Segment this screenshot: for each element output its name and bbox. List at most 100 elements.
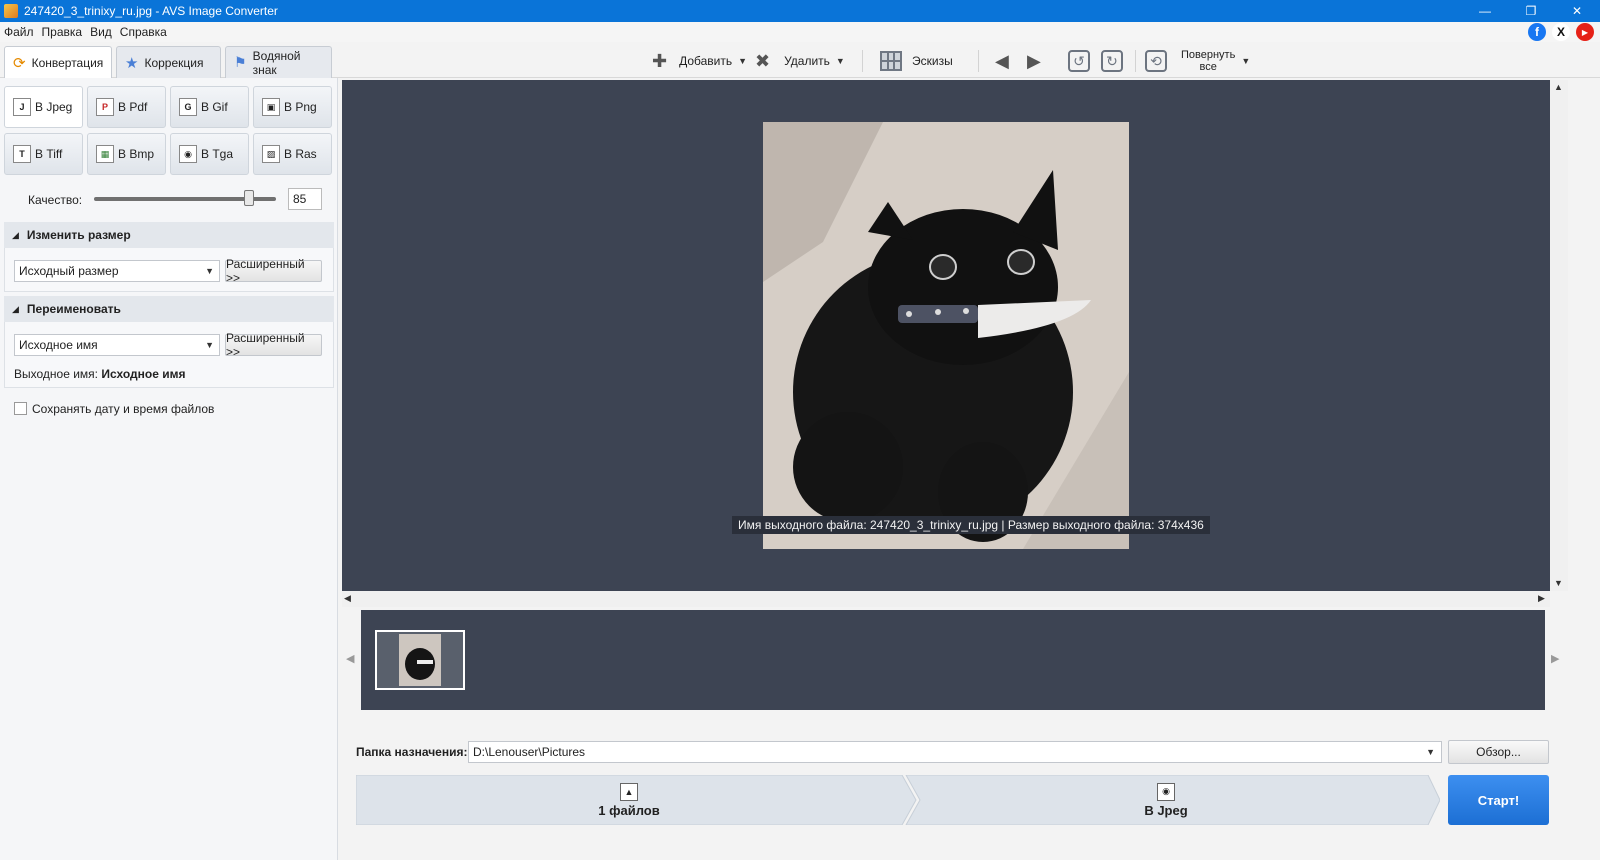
thumbnails-label: Эскизы xyxy=(912,54,953,68)
resize-advanced-button[interactable]: Расширенный >> xyxy=(225,257,322,285)
step-format: ◉ В Jpeg xyxy=(906,775,1426,825)
next-button[interactable]: ▶ xyxy=(1027,48,1041,74)
arrow-left-icon: ◀ xyxy=(995,50,1009,71)
start-button[interactable]: Старт! xyxy=(1448,775,1549,825)
gif-icon: G xyxy=(179,98,197,116)
menu-bar: Файл Правка Вид Справка f X ▶ xyxy=(0,22,1600,42)
file-thumbnail[interactable] xyxy=(375,630,465,690)
rotate-left-button[interactable]: ↺ xyxy=(1068,48,1090,74)
format-label: В Bmp xyxy=(118,147,155,161)
chevron-down-icon: ▼ xyxy=(738,56,748,66)
menu-view[interactable]: Вид xyxy=(86,25,116,39)
filmstrip xyxy=(361,610,1545,710)
close-button[interactable]: ✕ xyxy=(1554,0,1600,22)
thumbnails-icon xyxy=(880,51,902,71)
rename-section-title: Переименовать xyxy=(26,302,121,316)
scroll-up-icon[interactable]: ▲ xyxy=(1554,82,1563,92)
format-bmp-button[interactable]: ▦ В Bmp xyxy=(87,133,166,175)
app-icon xyxy=(4,4,18,18)
format-jpeg-button[interactable]: J В Jpeg xyxy=(4,86,83,128)
output-name-label: Выходное имя: xyxy=(14,367,98,381)
filmstrip-right-icon[interactable]: ▶ xyxy=(1551,652,1559,665)
stamp-icon: ⚑ xyxy=(234,54,247,70)
tga-icon: ◉ xyxy=(179,145,197,163)
chevron-down-icon: ▼ xyxy=(205,340,214,350)
quality-label: Качество: xyxy=(28,193,83,207)
toolbar-divider xyxy=(1135,50,1136,72)
toolbar-divider xyxy=(978,50,979,72)
step-format-label: В Jpeg xyxy=(1144,802,1188,818)
tab-label: Коррекция xyxy=(144,55,204,70)
rotate-all-label-line1: Повернуть xyxy=(1181,49,1236,61)
restore-button[interactable]: ❐ xyxy=(1508,0,1554,22)
chevron-down-icon: ▼ xyxy=(835,56,845,66)
minimize-button[interactable]: — xyxy=(1462,0,1508,22)
tab-watermark[interactable]: ⚑ Водяной знак xyxy=(225,46,332,78)
tab-conversion[interactable]: ⟳ Конвертация xyxy=(4,46,112,78)
scroll-right-icon[interactable]: ▶ xyxy=(1538,593,1545,604)
facebook-icon[interactable]: f xyxy=(1528,23,1546,41)
preview-caption: Имя выходного файла: 247420_3_trinixy_ru… xyxy=(732,516,1210,534)
previous-button[interactable]: ◀ xyxy=(995,48,1009,74)
jpeg-icon: J xyxy=(13,98,31,116)
resize-select[interactable]: Исходный размер ▼ xyxy=(14,260,220,282)
menu-edit[interactable]: Правка xyxy=(38,25,87,39)
rename-advanced-button[interactable]: Расширенный >> xyxy=(225,331,322,359)
rotate-all-icon: ⟲ xyxy=(1145,50,1167,72)
preview-vertical-scrollbar[interactable]: ▲ ▼ xyxy=(1550,80,1568,591)
destination-path-value: D:\Lenouser\Pictures xyxy=(473,745,586,759)
resize-section-header[interactable]: ◢ Изменить размер xyxy=(4,222,334,248)
rotate-all-label: Повернуть все xyxy=(1181,49,1235,73)
format-label: В Pdf xyxy=(118,100,148,114)
title-bar: 247420_3_trinixy_ru.jpg - AVS Image Conv… xyxy=(0,0,1600,22)
destination-path-input[interactable]: D:\Lenouser\Pictures ▼ xyxy=(468,741,1442,763)
tab-label: Конвертация xyxy=(31,55,104,70)
menu-help[interactable]: Справка xyxy=(116,25,171,39)
tab-correction[interactable]: ★ Коррекция xyxy=(116,46,221,78)
thumbnails-button[interactable]: Эскизы xyxy=(880,48,953,74)
window-controls: — ❐ ✕ xyxy=(1462,0,1600,22)
quality-slider-handle[interactable] xyxy=(243,190,254,206)
preview-horizontal-scrollbar[interactable]: ◀ ▶ xyxy=(342,591,1550,607)
keep-date-checkbox[interactable] xyxy=(14,402,27,415)
quality-input[interactable]: 85 xyxy=(288,188,322,210)
format-pdf-button[interactable]: P В Pdf xyxy=(87,86,166,128)
convert-icon: ⟳ xyxy=(13,54,26,72)
rotate-left-icon: ↺ xyxy=(1068,50,1090,72)
rotate-all-button[interactable]: ⟲ Повернуть все ▼ xyxy=(1145,46,1250,76)
collapse-icon: ◢ xyxy=(12,303,19,314)
format-gif-button[interactable]: G В Gif xyxy=(170,86,249,128)
format-tga-button[interactable]: ◉ В Tga xyxy=(170,133,249,175)
step-files-label: 1 файлов xyxy=(598,802,660,818)
rotate-right-button[interactable]: ↻ xyxy=(1101,48,1123,74)
youtube-icon[interactable]: ▶ xyxy=(1576,23,1594,41)
format-label: В Tiff xyxy=(35,147,63,161)
scroll-down-icon[interactable]: ▼ xyxy=(1554,578,1563,588)
rotate-all-label-line2: все xyxy=(1199,61,1217,73)
rename-select-value: Исходное имя xyxy=(19,338,98,352)
step-files: ▲ 1 файлов xyxy=(356,775,902,825)
filmstrip-left-icon[interactable]: ◀ xyxy=(346,652,354,665)
destination-label: Папка назначения: xyxy=(356,745,468,759)
output-name: Выходное имя: Исходное имя xyxy=(14,367,186,381)
window-title: 247420_3_trinixy_ru.jpg - AVS Image Conv… xyxy=(24,4,278,18)
format-label: В Tga xyxy=(201,147,234,161)
chevron-down-icon[interactable]: ▼ xyxy=(1426,747,1435,757)
output-panel: Папка назначения: D:\Lenouser\Pictures ▼… xyxy=(342,714,1568,860)
scroll-left-icon[interactable]: ◀ xyxy=(344,593,351,604)
browse-button[interactable]: Обзор... xyxy=(1448,740,1549,764)
rename-select[interactable]: Исходное имя ▼ xyxy=(14,334,220,356)
settings-panel: J В Jpeg P В Pdf G В Gif ▣ В Png T В Tif… xyxy=(0,78,338,860)
toolbar-divider xyxy=(862,50,863,72)
menu-file[interactable]: Файл xyxy=(0,25,38,39)
jpeg-icon: ◉ xyxy=(1157,782,1175,801)
format-png-button[interactable]: ▣ В Png xyxy=(253,86,332,128)
rename-section-header[interactable]: ◢ Переименовать xyxy=(4,296,334,322)
png-icon: ▣ xyxy=(262,98,280,116)
x-icon[interactable]: X xyxy=(1552,23,1570,41)
delete-button[interactable]: ✖ Удалить ▼ xyxy=(755,48,845,74)
add-button[interactable]: ✚ Добавить ▼ xyxy=(652,48,747,74)
format-tiff-button[interactable]: T В Tiff xyxy=(4,133,83,175)
format-ras-button[interactable]: ▨ В Ras xyxy=(253,133,332,175)
output-name-value: Исходное имя xyxy=(101,367,186,381)
